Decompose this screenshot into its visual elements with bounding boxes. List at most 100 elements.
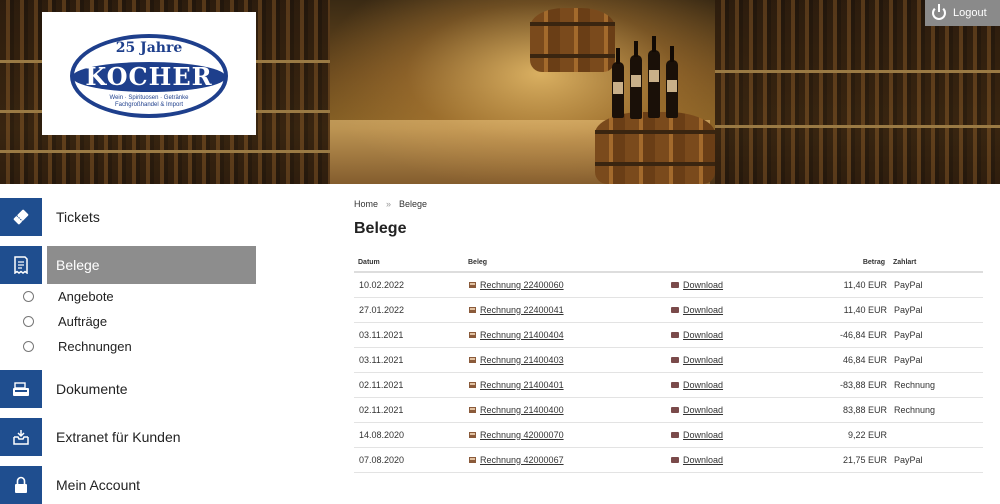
download-icon (671, 456, 679, 463)
row-amount: 46,84 EUR (786, 347, 889, 373)
row-document-cell: Rechnung 22400060 (464, 272, 666, 298)
radio-icon (23, 290, 34, 302)
sidebar-subitem-label: Angebote (58, 288, 114, 304)
document-link[interactable]: Rechnung 22400041 (469, 305, 564, 315)
download-link[interactable]: Download (671, 280, 723, 290)
document-icon (469, 406, 476, 413)
document-icon (469, 281, 476, 288)
banner-shelf-board (715, 70, 1000, 73)
document-link-label: Rechnung 21400401 (480, 379, 564, 390)
row-document-cell: Rechnung 21400404 (464, 322, 666, 348)
breadcrumb-current: Belege (399, 199, 428, 209)
document-link[interactable]: Rechnung 21400401 (469, 380, 564, 390)
download-link[interactable]: Download (671, 380, 723, 390)
sidebar-item-account[interactable]: Mein Account (0, 466, 256, 504)
breadcrumb-separator: » (386, 199, 392, 209)
document-link[interactable]: Rechnung 21400404 (469, 330, 564, 340)
logo-tagline: Wein · Spirituosen · Getränke Fachgroßha… (109, 95, 189, 108)
sidebar-item-belege[interactable]: Belege (0, 246, 256, 284)
document-link[interactable]: Rechnung 42000070 (469, 430, 564, 440)
power-icon (932, 4, 946, 20)
download-icon (671, 356, 679, 363)
banner-shelf-board (0, 150, 330, 153)
row-download-cell: Download (666, 447, 786, 473)
sidebar-subitem-rechnungen[interactable]: Rechnungen (0, 335, 256, 357)
row-document-cell: Rechnung 22400041 (464, 297, 666, 323)
download-link[interactable]: Download (671, 305, 723, 315)
header-banner: 25 Jahre KOCHER Wein · Spirituosen · Get… (0, 0, 1000, 184)
download-link[interactable]: Download (671, 355, 723, 365)
banner-bottle (612, 48, 624, 118)
document-link-label: Rechnung 21400400 (480, 404, 564, 415)
table-row: 10.02.2022 Rechnung 22400060 Download 11,40… (354, 272, 983, 298)
row-payment: PayPal (889, 272, 983, 298)
row-date: 03.11.2021 (354, 322, 464, 348)
row-amount: -83,88 EUR (786, 372, 889, 398)
row-payment (889, 422, 983, 448)
document-link[interactable]: Rechnung 42000067 (469, 455, 564, 465)
sidebar-subitem-label: Rechnungen (58, 338, 132, 354)
document-link-label: Rechnung 22400041 (480, 304, 564, 315)
banner-shelf-board (715, 125, 1000, 128)
logout-button[interactable]: Logout (925, 0, 1000, 26)
breadcrumb-home[interactable]: Home (354, 199, 378, 209)
sidebar-item-extranet[interactable]: Extranet für Kunden (0, 418, 256, 456)
document-icon (469, 331, 476, 338)
document-icon (469, 381, 476, 388)
row-date: 02.11.2021 (354, 397, 464, 423)
download-icon (671, 431, 679, 438)
sidebar-subitem-auftraege[interactable]: Aufträge (0, 310, 256, 332)
row-date: 03.11.2021 (354, 347, 464, 373)
download-link-label: Download (683, 354, 724, 365)
row-download-cell: Download (666, 322, 786, 348)
sidebar-item-dokumente[interactable]: Dokumente (0, 370, 256, 408)
download-link[interactable]: Download (671, 405, 723, 415)
download-link[interactable]: Download (671, 455, 723, 465)
page-title: Belege (354, 220, 407, 237)
banner-bottle (648, 36, 660, 118)
column-header-amount: Betrag (786, 253, 889, 273)
row-amount: 9,22 EUR (786, 422, 889, 448)
table-row: 27.01.2022 Rechnung 22400041 Download 11,40… (354, 297, 983, 323)
document-link-label: Rechnung 21400403 (480, 354, 564, 365)
column-header-payment: Zahlart (889, 253, 983, 273)
download-link[interactable]: Download (671, 430, 723, 440)
banner-barrel-back (530, 8, 615, 72)
lock-icon (0, 466, 42, 504)
row-date: 14.08.2020 (354, 422, 464, 448)
document-link[interactable]: Rechnung 22400060 (469, 280, 564, 290)
table-row: 03.11.2021 Rechnung 21400404 Download -46,8… (354, 322, 983, 348)
document-link-label: Rechnung 42000067 (480, 454, 564, 465)
row-document-cell: Rechnung 21400403 (464, 347, 666, 373)
sidebar-item-tickets[interactable]: Tickets (0, 198, 256, 236)
document-icon (469, 356, 476, 363)
ticket-icon (0, 198, 42, 236)
table-row: 07.08.2020 Rechnung 42000067 Download 21,75… (354, 447, 983, 473)
cash-register-icon (0, 370, 42, 408)
radio-icon (23, 340, 34, 352)
sidebar-subitem-angebote[interactable]: Angebote (0, 285, 256, 307)
row-date: 02.11.2021 (354, 372, 464, 398)
row-document-cell: Rechnung 21400400 (464, 397, 666, 423)
document-link[interactable]: Rechnung 21400403 (469, 355, 564, 365)
breadcrumb: Home » Belege (354, 199, 427, 209)
download-link[interactable]: Download (671, 330, 723, 340)
row-document-cell: Rechnung 21400401 (464, 372, 666, 398)
banner-barrel-front (595, 112, 715, 184)
download-link-label: Download (683, 454, 724, 465)
download-icon (671, 306, 679, 313)
row-payment: PayPal (889, 322, 983, 348)
document-icon (469, 306, 476, 313)
sidebar-item-label: Mein Account (56, 477, 141, 493)
logo-jubilee-text: 25 Jahre (115, 40, 183, 56)
document-icon (469, 456, 476, 463)
row-document-cell: Rechnung 42000070 (464, 422, 666, 448)
radio-icon (23, 315, 34, 327)
document-link-label: Rechnung 21400404 (480, 329, 564, 340)
inbox-tray-icon (0, 418, 42, 456)
download-link-label: Download (683, 404, 724, 415)
logo-name-text: KOCHER (72, 62, 226, 92)
document-link[interactable]: Rechnung 21400400 (469, 405, 564, 415)
row-download-cell: Download (666, 347, 786, 373)
row-download-cell: Download (666, 422, 786, 448)
